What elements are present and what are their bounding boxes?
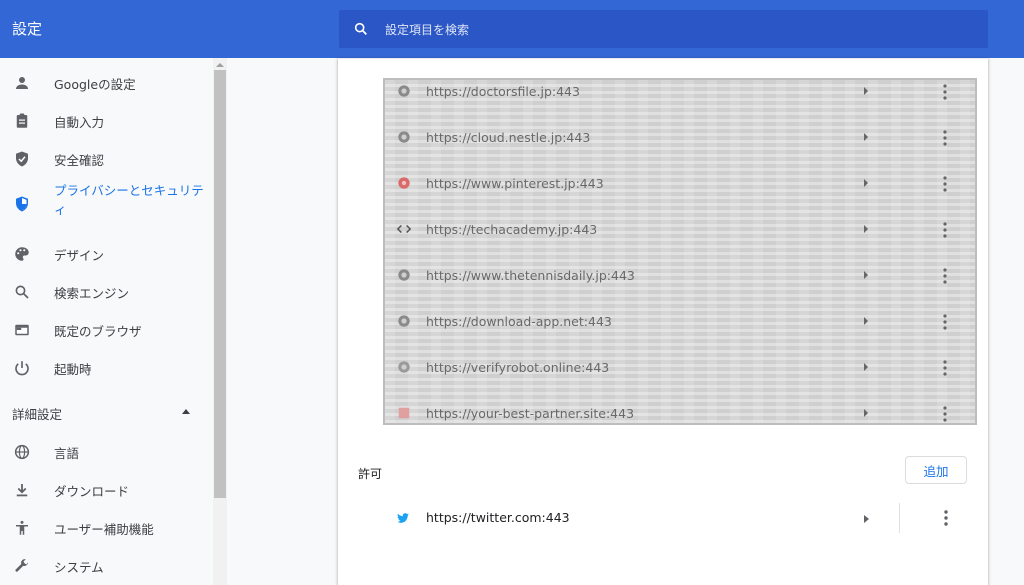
search-input[interactable] xyxy=(383,10,977,50)
sidebar-item-downloads[interactable]: ダウンロード xyxy=(0,470,213,508)
list-item[interactable]: https://www.thetennisdaily.jp:443 xyxy=(385,253,975,299)
sidebar-item-label: ユーザー補助機能 xyxy=(54,522,154,537)
globe-icon xyxy=(398,131,410,143)
chevron-up-icon[interactable] xyxy=(182,409,190,414)
list-item[interactable]: https://www.pinterest.jp:443 xyxy=(385,161,975,207)
chevron-right-icon[interactable] xyxy=(864,515,869,523)
sidebar-item-label: 自動入力 xyxy=(54,115,105,130)
sidebar-item-accessibility[interactable]: ユーザー補助機能 xyxy=(0,508,213,546)
site-url: https://www.pinterest.jp:443 xyxy=(426,176,604,191)
advanced-section-toggle[interactable]: 詳細設定 xyxy=(12,404,62,423)
chevron-right-icon[interactable] xyxy=(864,179,868,187)
scroll-up-arrow-icon[interactable] xyxy=(216,63,224,67)
pinterest-icon xyxy=(398,177,410,189)
scroll-thumb[interactable] xyxy=(214,70,226,498)
palette-icon xyxy=(15,247,29,261)
sidebar-item-system[interactable]: システム xyxy=(0,546,213,584)
download-icon xyxy=(16,484,28,497)
sidebar-item-on-startup[interactable]: 起動時 xyxy=(0,348,213,386)
sidebar-item-privacy[interactable]: プライバシーとセキュリティ xyxy=(0,177,213,227)
search-icon xyxy=(354,22,367,35)
site-url: https://twitter.com:443 xyxy=(426,510,570,525)
site-url: https://techacademy.jp:443 xyxy=(426,222,598,237)
chevron-right-icon[interactable] xyxy=(864,271,868,279)
sidebar-item-default-browser[interactable]: 既定のブラウザ xyxy=(0,310,213,348)
page-title: 設定 xyxy=(12,20,43,38)
wrench-icon xyxy=(15,559,29,572)
list-item[interactable]: https://cloud.nestle.jp:443 xyxy=(385,115,975,161)
globe-icon xyxy=(398,407,410,419)
divider xyxy=(899,503,900,533)
sidebar-item-label: ダウンロード xyxy=(54,484,130,499)
chevron-right-icon[interactable] xyxy=(864,133,868,141)
site-settings-card: https://doctorsfile.jp:443 https://cloud… xyxy=(338,58,988,585)
sidebar-item-label: 安全確認 xyxy=(54,153,105,168)
sidebar-item-appearance[interactable]: デザイン xyxy=(0,234,213,272)
list-item[interactable]: https://techacademy.jp:443 xyxy=(385,207,975,253)
shield-check-icon xyxy=(16,151,28,167)
site-url: https://your-best-partner.site:443 xyxy=(426,406,635,421)
clipboard-icon xyxy=(16,113,28,128)
site-url: https://verifyrobot.online:443 xyxy=(426,360,610,375)
list-item[interactable]: https://your-best-partner.site:443 xyxy=(385,391,975,423)
code-icon xyxy=(397,224,411,234)
sidebar-item-search-engine[interactable]: 検索エンジン xyxy=(0,272,213,310)
site-url: https://download-app.net:443 xyxy=(426,314,612,329)
sidebar-item-label: 言語 xyxy=(54,446,80,461)
sidebar-item-label: プライバシーとセキュリティ xyxy=(54,183,204,217)
top-bar: 設定 xyxy=(0,0,1024,58)
search-icon xyxy=(15,285,29,299)
sidebar-item-label: デザイン xyxy=(54,248,105,263)
chevron-right-icon[interactable] xyxy=(864,317,868,325)
sidebar-item-label: 検索エンジン xyxy=(54,286,130,301)
sidebar-item-label: Googleの設定 xyxy=(54,77,136,92)
chevron-right-icon[interactable] xyxy=(864,87,868,95)
more-vert-icon[interactable] xyxy=(944,509,948,527)
list-item[interactable]: https://download-app.net:443 xyxy=(385,299,975,345)
blocked-sites-list: https://doctorsfile.jp:443 https://cloud… xyxy=(383,78,977,425)
divider xyxy=(338,58,988,59)
sidebar-scrollbar[interactable] xyxy=(213,58,227,585)
chevron-right-icon[interactable] xyxy=(864,363,868,371)
list-item[interactable]: https://doctorsfile.jp:443 xyxy=(385,80,975,115)
globe-icon xyxy=(14,444,30,460)
sidebar-item-languages[interactable]: 言語 xyxy=(0,432,213,470)
more-vert-icon[interactable] xyxy=(943,359,947,377)
add-site-button[interactable]: 追加 xyxy=(905,456,967,484)
allow-section-title: 許可 xyxy=(358,467,383,481)
globe-icon xyxy=(398,269,410,281)
site-url: https://doctorsfile.jp:443 xyxy=(426,84,580,99)
twitter-icon xyxy=(397,513,409,523)
list-item[interactable]: https://verifyrobot.online:443 xyxy=(385,345,975,391)
site-url: https://www.thetennisdaily.jp:443 xyxy=(426,268,635,283)
power-icon xyxy=(15,361,29,376)
more-vert-icon[interactable] xyxy=(943,83,947,101)
chevron-right-icon[interactable] xyxy=(864,409,868,417)
site-url: https://cloud.nestle.jp:443 xyxy=(426,130,591,145)
globe-icon xyxy=(398,85,410,97)
sidebar: Googleの設定 自動入力 安全確認 プライバシーとセキュリティ デザイン 検… xyxy=(0,58,213,585)
chevron-right-icon[interactable] xyxy=(864,225,868,233)
shield-icon xyxy=(16,196,28,212)
sidebar-item-google[interactable]: Googleの設定 xyxy=(0,63,213,101)
more-vert-icon[interactable] xyxy=(943,175,947,193)
accessibility-icon xyxy=(16,520,28,535)
sidebar-item-label: 起動時 xyxy=(54,362,92,377)
more-vert-icon[interactable] xyxy=(943,221,947,239)
globe-icon xyxy=(398,315,410,327)
more-vert-icon[interactable] xyxy=(943,129,947,147)
sidebar-item-safety-check[interactable]: 安全確認 xyxy=(0,139,213,177)
sidebar-item-autofill[interactable]: 自動入力 xyxy=(0,101,213,139)
more-vert-icon[interactable] xyxy=(943,313,947,331)
search-box[interactable] xyxy=(339,10,988,50)
sidebar-item-label: 既定のブラウザ xyxy=(54,324,142,339)
person-icon xyxy=(16,77,28,89)
more-vert-icon[interactable] xyxy=(943,405,947,423)
list-item[interactable]: https://twitter.com:443 xyxy=(338,495,988,541)
globe-icon xyxy=(398,361,410,373)
sidebar-item-label: システム xyxy=(54,560,104,575)
browser-icon xyxy=(15,324,29,336)
more-vert-icon[interactable] xyxy=(943,267,947,285)
